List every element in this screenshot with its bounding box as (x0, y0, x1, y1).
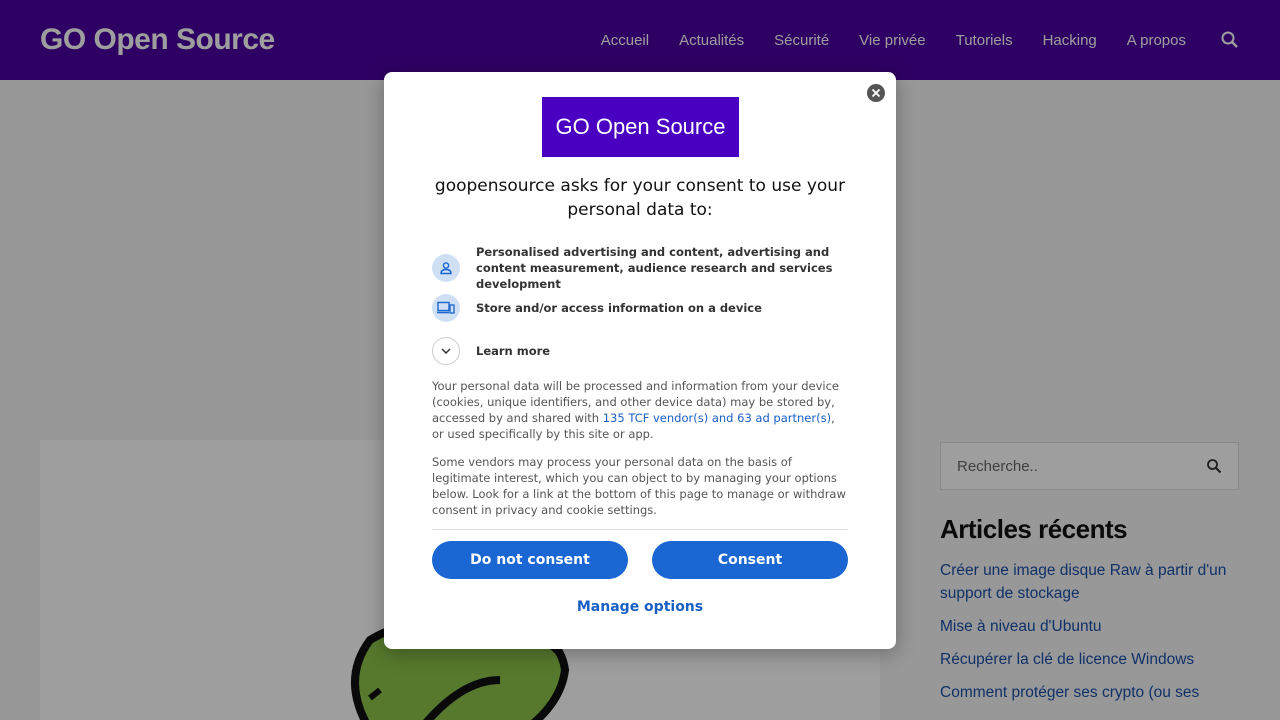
divider (432, 529, 848, 530)
person-icon (432, 254, 460, 282)
devices-icon (432, 294, 460, 322)
consent-title: goopensource asks for your consent to us… (434, 176, 846, 220)
purpose-text: Personalised advertising and content, ad… (476, 245, 833, 291)
do-not-consent-button[interactable]: Do not consent (432, 541, 628, 579)
purpose-item: Personalised advertising and content, ad… (432, 244, 848, 292)
purpose-item: Store and/or access information on a dev… (432, 294, 848, 322)
logo-text: GO Open Source (555, 114, 726, 139)
chevron-down-icon[interactable] (432, 337, 460, 365)
manage-options-button[interactable]: Manage options (384, 599, 896, 615)
consent-dialog: GO Open Source goopensource asks for you… (384, 72, 896, 649)
consent-paragraph: Your personal data will be processed and… (432, 378, 848, 442)
close-icon[interactable] (867, 84, 885, 102)
learn-more-toggle[interactable]: Learn more (432, 337, 848, 365)
purpose-text: Store and/or access information on a dev… (476, 301, 762, 315)
learn-more-label[interactable]: Learn more (476, 343, 550, 359)
consent-button[interactable]: Consent (652, 541, 848, 579)
legitimate-interest-paragraph: Some vendors may process your personal d… (432, 455, 846, 517)
site-logo: GO Open Source (542, 97, 739, 157)
vendors-link[interactable]: 135 TCF vendor(s) and 63 ad partner(s) (603, 411, 831, 425)
